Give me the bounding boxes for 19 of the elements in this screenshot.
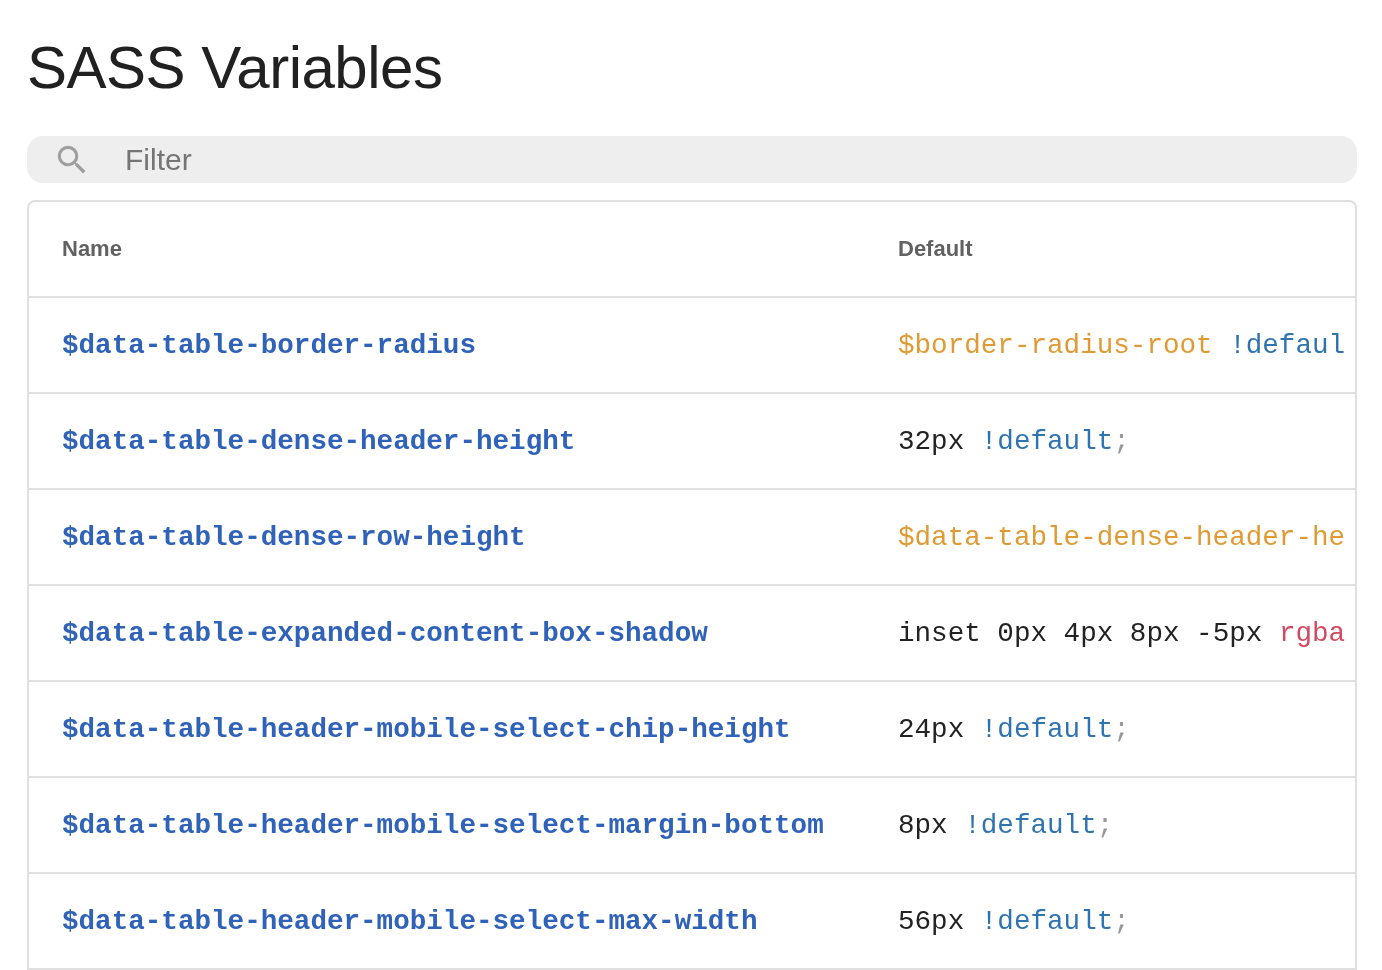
column-header[interactable]: Name	[62, 236, 898, 262]
page-title: SASS Variables	[27, 33, 444, 103]
default-value: 24px !default;	[898, 713, 1131, 745]
filter-input[interactable]: Filter	[123, 141, 1357, 178]
variable-name[interactable]: $data-table-dense-row-height	[62, 521, 898, 553]
variable-name[interactable]: $data-table-header-mobile-select-chip-height	[62, 713, 898, 745]
variable-name[interactable]: $data-table-dense-header-height	[62, 425, 898, 457]
default-value: 8px !default;	[898, 809, 1115, 841]
default-value: 32px !default;	[898, 425, 1131, 457]
default-value: inset 0px 4px 8px -5px rgba	[898, 617, 1347, 649]
variable-name[interactable]: $data-table-expanded-content-box-shadow	[62, 617, 898, 649]
default-value: $data-table-dense-header-he	[898, 521, 1347, 553]
variable-name[interactable]: $data-table-border-radius	[62, 329, 898, 361]
filter-field[interactable]: Filter	[27, 136, 1357, 183]
variable-name[interactable]: $data-table-header-mobile-select-max-width	[62, 905, 898, 937]
default-value: 56px !default;	[898, 905, 1131, 937]
variable-name[interactable]: $data-table-header-mobile-select-margin-bottom	[62, 809, 898, 841]
default-value: $border-radius-root !defaul	[898, 329, 1347, 361]
column-header[interactable]: Default	[898, 236, 1355, 262]
